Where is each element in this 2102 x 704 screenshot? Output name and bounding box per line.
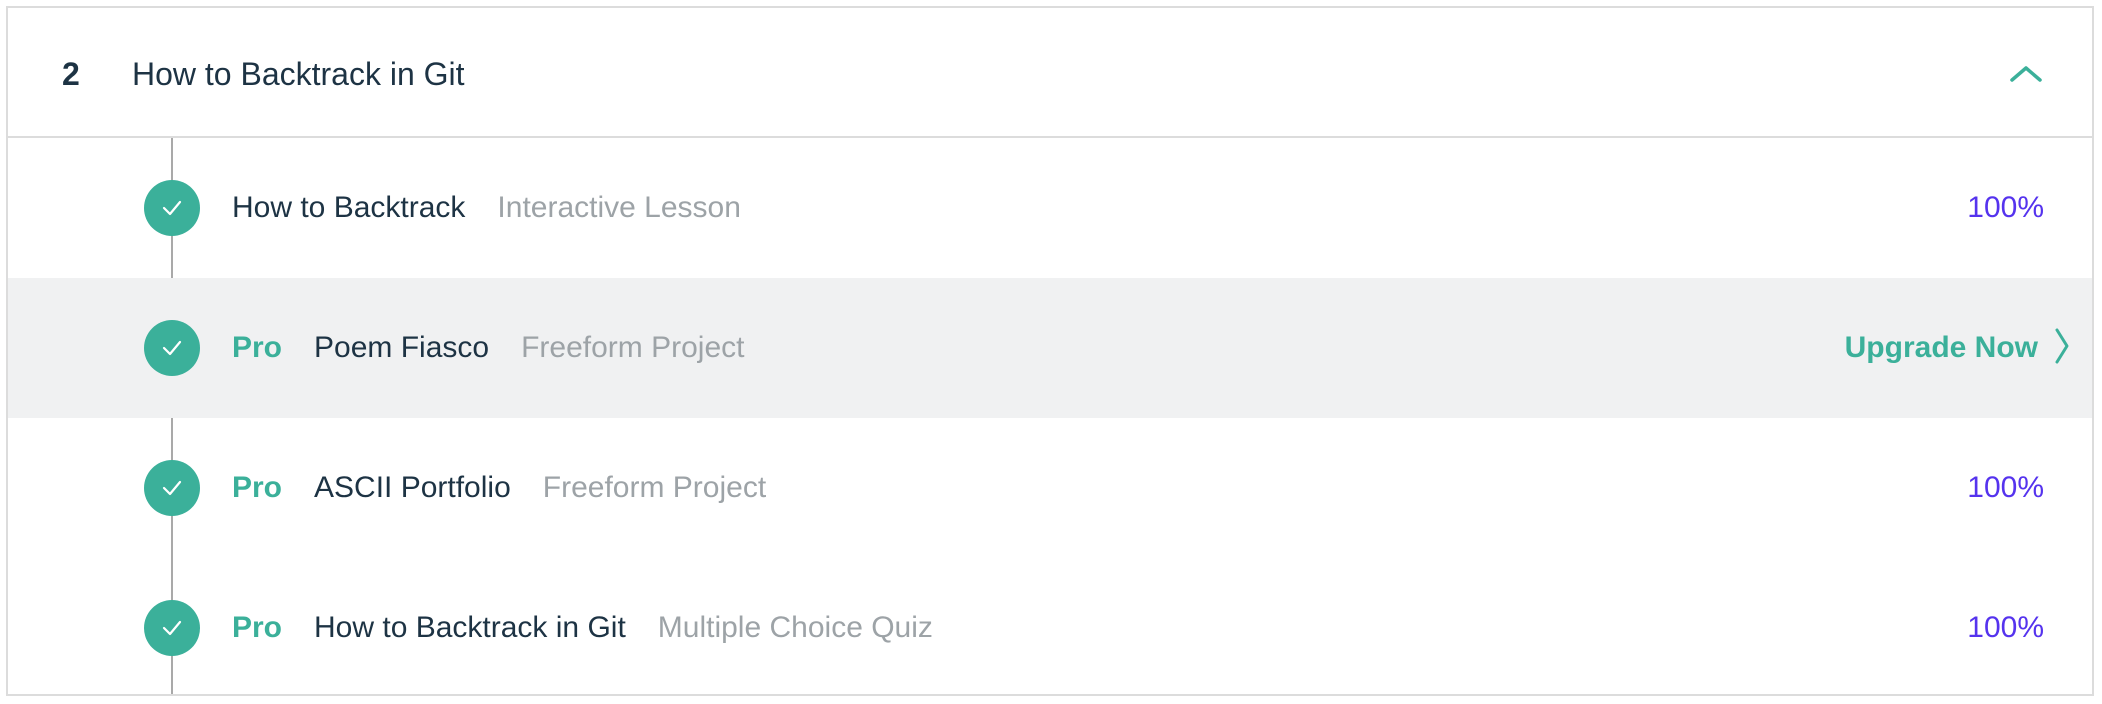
lesson-type: Freeform Project (521, 331, 745, 364)
upgrade-now-button[interactable]: Upgrade Now (1845, 324, 2072, 372)
lesson-type: Multiple Choice Quiz (657, 611, 933, 644)
lesson-row-how-to-backtrack-in-git[interactable]: Pro How to Backtrack in Git Multiple Choic… (8, 558, 2092, 694)
course-module-panel: 2 How to Backtrack in Git How to Backtra… (6, 6, 2094, 696)
section-header[interactable]: 2 How to Backtrack in Git (8, 8, 2092, 138)
lesson-title: How to Backtrack in Git (314, 611, 626, 644)
completed-check-icon (144, 180, 200, 236)
pro-badge: Pro (232, 331, 283, 364)
completed-check-icon (144, 460, 200, 516)
pro-badge: Pro (232, 471, 283, 504)
progress-percent: 100% (1967, 471, 2044, 504)
upgrade-now-label: Upgrade Now (1844, 331, 2038, 364)
completed-check-icon (144, 600, 200, 656)
pro-badge: Pro (232, 611, 283, 644)
lesson-title: ASCII Portfolio (314, 471, 511, 504)
progress-percent: 100% (1967, 191, 2044, 224)
progress-percent: 100% (1967, 611, 2044, 644)
completed-check-icon (144, 320, 200, 376)
chevron-right-icon (2052, 324, 2072, 373)
lesson-row-poem-fiasco[interactable]: Pro Poem Fiasco Freeform Project Upgrade N… (8, 278, 2092, 418)
lesson-type: Freeform Project (542, 471, 767, 504)
chevron-up-icon[interactable] (2004, 52, 2048, 96)
section-title: How to Backtrack in Git (132, 56, 465, 92)
lesson-title: Poem Fiasco (314, 331, 490, 364)
section-number: 2 (62, 56, 80, 92)
lesson-row-how-to-backtrack[interactable]: How to Backtrack Interactive Lesson 100% (8, 138, 2092, 278)
lesson-row-ascii-portfolio[interactable]: Pro ASCII Portfolio Freeform Project 100% (8, 418, 2092, 558)
lesson-title: How to Backtrack (232, 191, 466, 224)
lesson-type: Interactive Lesson (497, 191, 741, 224)
